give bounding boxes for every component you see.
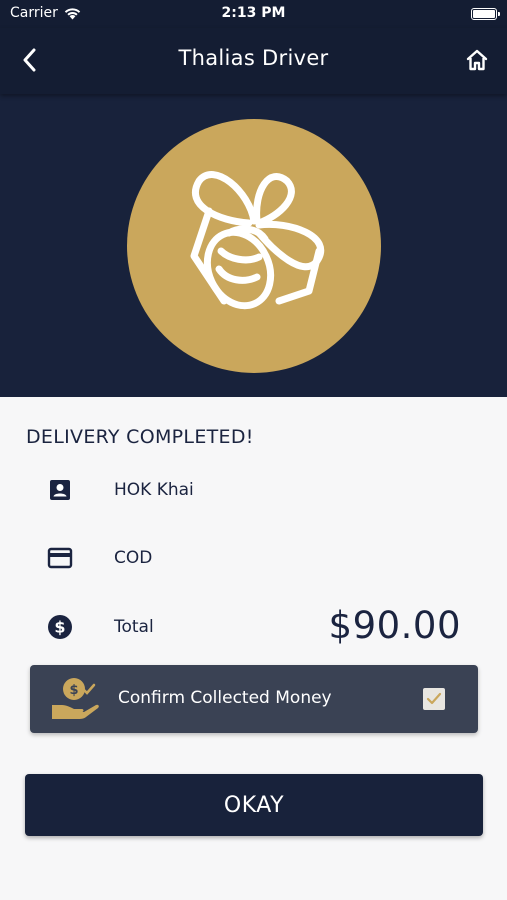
logo-circle bbox=[127, 119, 381, 373]
home-icon bbox=[466, 49, 488, 71]
home-button[interactable] bbox=[463, 46, 491, 74]
bee-logo-icon bbox=[190, 171, 325, 310]
customer-row: HOK Khai bbox=[0, 470, 507, 510]
nav-bar: Thalias Driver bbox=[0, 28, 507, 94]
nav-title: Thalias Driver bbox=[178, 46, 329, 70]
hand-money-icon: $ bbox=[52, 678, 99, 719]
status-time: 2:13 PM bbox=[221, 5, 286, 21]
confirm-checkbox[interactable] bbox=[423, 688, 445, 710]
total-amount: $90.00 bbox=[328, 604, 461, 647]
customer-name: HOK Khai bbox=[114, 480, 194, 500]
credit-card-icon bbox=[46, 544, 74, 572]
contact-card-icon bbox=[46, 476, 74, 504]
checkmark-icon bbox=[426, 692, 442, 705]
battery-icon bbox=[471, 8, 500, 20]
dollar-circle-icon: $ bbox=[46, 613, 74, 641]
confirm-label: Confirm Collected Money bbox=[118, 688, 332, 708]
total-label: Total bbox=[114, 617, 154, 637]
hero-banner bbox=[0, 94, 507, 397]
okay-button[interactable]: OKAY bbox=[25, 774, 483, 836]
svg-text:$: $ bbox=[54, 618, 65, 637]
payment-method: COD bbox=[114, 548, 153, 568]
payment-row: COD bbox=[0, 538, 507, 578]
confirm-collected-card[interactable]: $ Confirm Collected Money bbox=[30, 665, 478, 733]
delivery-heading: DELIVERY COMPLETED! bbox=[26, 426, 254, 448]
status-bar: Carrier 2:13 PM bbox=[0, 0, 507, 28]
svg-text:$: $ bbox=[69, 683, 78, 698]
